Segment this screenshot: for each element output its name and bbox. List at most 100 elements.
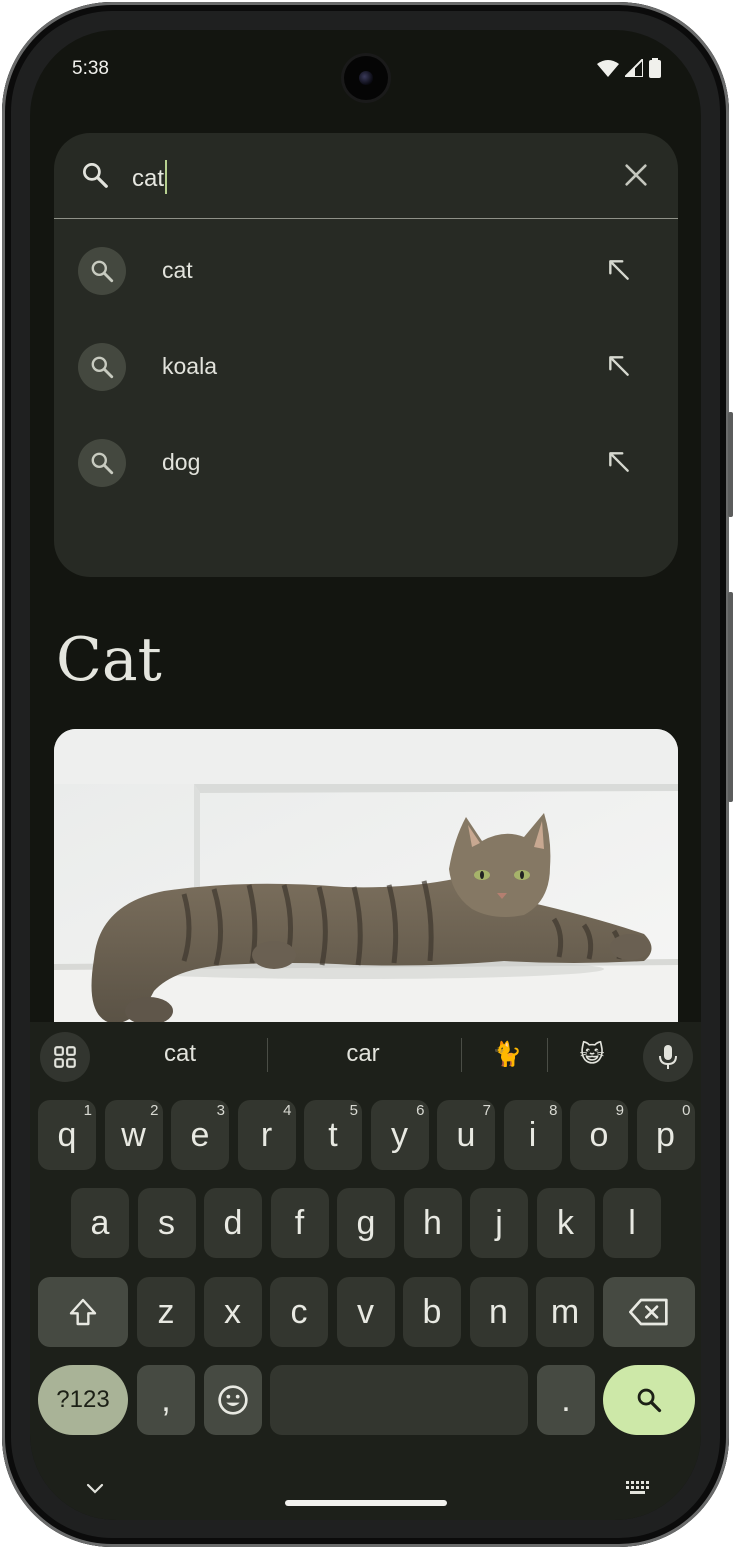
keyboard-icon[interactable] [625,1480,651,1496]
key-i[interactable]: i8 [503,1100,562,1170]
key-j[interactable]: j [470,1188,528,1258]
mic-icon[interactable] [643,1032,693,1082]
shift-icon [69,1298,97,1326]
key-letter: r [260,1115,273,1154]
key-f[interactable]: f [270,1188,329,1258]
key-number-hint: 9 [615,1102,624,1119]
keyboard-suggestion-1[interactable]: cat [120,1040,240,1068]
search-icon [91,452,114,475]
keyboard-suggestion-3[interactable]: 🐈 [477,1040,537,1068]
search-icon [91,356,114,379]
key-letter: e [190,1115,210,1154]
key-number-hint: 4 [283,1102,292,1119]
emoji-icon [218,1385,248,1415]
screen: 5:38 cat cat koala dog Cat cat car 🐈 😺 q… [30,30,701,1520]
keyboard-suggestion-2[interactable]: car [303,1040,423,1068]
suggestion-search-bubble [78,247,126,295]
key-n[interactable]: n [469,1277,528,1347]
search-icon [91,260,114,283]
apps-grid-icon[interactable] [40,1032,90,1082]
comma-key[interactable]: , [137,1365,195,1435]
close-icon[interactable] [622,161,650,189]
phone-frame: 5:38 cat cat koala dog Cat cat car 🐈 😺 q… [2,2,733,1547]
key-y[interactable]: y6 [370,1100,429,1170]
suggestion-item-cat[interactable]: cat [54,223,678,319]
search-icon [83,163,108,188]
keyboard-suggestion-4[interactable]: 😺 [562,1040,622,1068]
suggestion-strip: cat car 🐈 😺 [30,1022,701,1090]
key-number-hint: 5 [349,1102,358,1119]
volume-button [728,592,733,802]
search-bar[interactable]: cat [54,133,678,219]
key-g[interactable]: g [337,1188,395,1258]
key-x[interactable]: x [203,1277,262,1347]
key-number-hint: 2 [150,1102,159,1119]
key-v[interactable]: v [336,1277,395,1347]
search-input[interactable]: cat [132,160,168,194]
key-w[interactable]: w2 [104,1100,163,1170]
front-camera [344,56,388,100]
key-e[interactable]: e3 [171,1100,229,1170]
key-h[interactable]: h [403,1188,462,1258]
north-west-arrow-icon[interactable] [606,449,632,475]
north-west-arrow-icon[interactable] [606,257,632,283]
battery-icon [649,58,661,78]
soft-keyboard: cat car 🐈 😺 q1w2e3r4t5y6u7i8o9p0 asdfghj… [30,1022,701,1520]
chevron-down-icon[interactable] [85,1482,105,1496]
key-letter: q [57,1115,77,1154]
key-number-hint: 8 [549,1102,558,1119]
symbols-key[interactable]: ?123 [38,1365,128,1435]
gesture-home-bar[interactable] [285,1500,447,1506]
key-s[interactable]: s [137,1188,196,1258]
key-d[interactable]: d [204,1188,262,1258]
power-button [728,412,733,517]
suggestion-divider [547,1038,548,1072]
key-m[interactable]: m [536,1277,594,1347]
key-letter: o [589,1115,609,1154]
suggestion-search-bubble [78,439,126,487]
key-number-hint: 7 [482,1102,491,1119]
key-l[interactable]: l [603,1188,661,1258]
north-west-arrow-icon[interactable] [606,353,632,379]
key-o[interactable]: o9 [570,1100,628,1170]
cat-photo [54,729,678,1029]
status-time: 5:38 [72,58,109,79]
search-action-key[interactable] [603,1365,695,1435]
key-letter: t [328,1115,338,1154]
key-number-hint: 1 [83,1102,92,1119]
shift-key[interactable] [38,1277,128,1347]
key-letter: p [656,1115,675,1154]
key-r[interactable]: r4 [237,1100,296,1170]
key-letter: w [121,1115,146,1154]
backspace-icon [629,1298,668,1326]
period-key[interactable]: . [537,1365,595,1435]
key-z[interactable]: z [137,1277,195,1347]
key-p[interactable]: p0 [636,1100,695,1170]
key-b[interactable]: b [403,1277,461,1347]
search-divider [54,218,678,219]
key-c[interactable]: c [270,1277,328,1347]
page-title: Cat [56,625,162,695]
status-icons [597,58,661,78]
key-q[interactable]: q1 [38,1100,96,1170]
text-caret [165,160,168,194]
key-letter: i [528,1115,537,1154]
key-t[interactable]: t5 [304,1100,362,1170]
search-icon [637,1388,662,1413]
backspace-key[interactable] [603,1277,695,1347]
key-u[interactable]: u7 [437,1100,495,1170]
suggestion-search-bubble [78,343,126,391]
key-number-hint: 0 [682,1102,691,1119]
key-k[interactable]: k [536,1188,595,1258]
suggestion-label: dog [162,449,201,475]
key-letter: u [456,1115,476,1154]
suggestion-item-koala[interactable]: koala [54,319,678,415]
search-view: cat cat koala dog [54,133,678,577]
suggestion-label: koala [162,353,217,379]
key-a[interactable]: a [71,1188,129,1258]
suggestion-item-dog[interactable]: dog [54,415,678,511]
space-key[interactable] [270,1365,528,1435]
key-number-hint: 6 [416,1102,425,1119]
emoji-key[interactable] [204,1365,262,1435]
wifi-icon [597,60,619,77]
